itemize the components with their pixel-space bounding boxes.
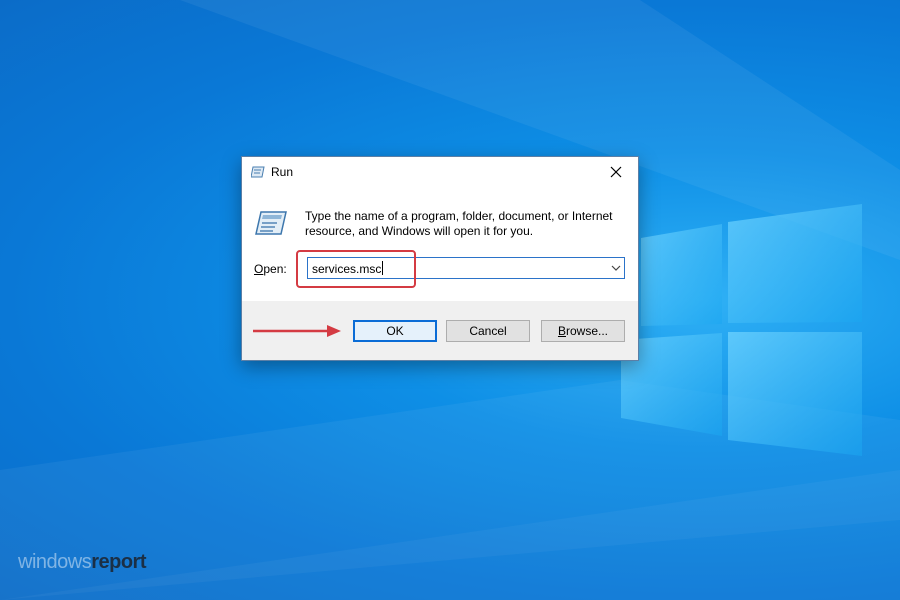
close-icon <box>610 166 622 178</box>
run-dialog: Run Type the name of a program, folder, … <box>241 156 639 361</box>
watermark-part1: windows <box>18 551 92 573</box>
text-caret <box>382 261 384 275</box>
arrow-right-icon <box>253 325 341 337</box>
dialog-title: Run <box>271 165 294 179</box>
open-input-text: services.msc <box>312 262 382 276</box>
open-label-text: pen: <box>263 262 287 276</box>
open-label: Open: <box>254 262 287 276</box>
chevron-down-icon[interactable] <box>611 264 621 272</box>
open-input-value[interactable]: services.msc <box>312 261 384 276</box>
open-combobox[interactable]: services.msc <box>307 257 625 279</box>
browse-label-text: rowse... <box>566 324 609 338</box>
dialog-description: Type the name of a program, folder, docu… <box>305 209 613 238</box>
run-icon <box>250 165 265 183</box>
title-bar[interactable]: Run <box>242 157 638 187</box>
watermark: windowsreport <box>18 551 146 574</box>
run-icon <box>255 210 287 241</box>
close-button[interactable] <box>594 157 638 187</box>
ok-button[interactable]: OK <box>353 320 437 342</box>
browse-accelerator: B <box>557 324 566 338</box>
button-bar: OK Cancel Browse... <box>242 301 638 360</box>
watermark-part2: report <box>91 551 146 573</box>
open-label-accelerator: O <box>254 262 264 276</box>
browse-button[interactable]: Browse... <box>541 320 625 342</box>
cancel-button[interactable]: Cancel <box>446 320 530 342</box>
